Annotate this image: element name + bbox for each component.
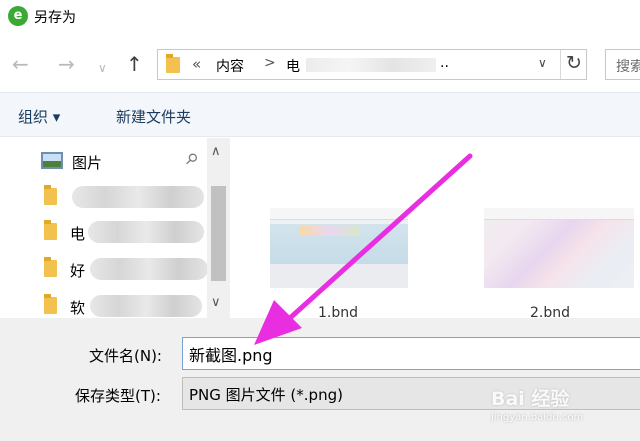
folder-icon: [44, 220, 57, 240]
refresh-icon[interactable]: ↻: [566, 52, 582, 74]
address-bar[interactable]: « 内容 > 电 .. ∨ ↻: [157, 49, 587, 80]
command-toolbar: 组织 ▾ 新建文件夹: [0, 92, 640, 137]
redacted-path: [306, 58, 436, 72]
scroll-up-icon[interactable]: ∧: [211, 144, 221, 159]
navigation-pane: 图片 ⚲ 电 好 软 ∧ ∨: [0, 138, 232, 318]
pictures-icon: [41, 152, 63, 169]
filetype-label: 保存类型(T):: [75, 387, 161, 405]
scroll-down-icon[interactable]: ∨: [211, 295, 221, 310]
organize-button[interactable]: 组织 ▾: [18, 106, 60, 127]
sidebar-scrollbar[interactable]: ∧ ∨: [207, 138, 230, 318]
navigation-bar: ← → ∨ ↑ « 内容 > 电 .. ∨ ↻ 搜索: [0, 40, 640, 90]
address-dropdown-chevron-icon[interactable]: ∨: [538, 56, 547, 70]
breadcrumb-separator-icon[interactable]: >: [264, 55, 276, 71]
watermark-url: jingyan.baidu.com: [491, 412, 584, 423]
file-thumbnail-2[interactable]: [484, 208, 634, 288]
sidebar-item-folder-1[interactable]: [0, 179, 210, 215]
sidebar-item-label: 图片: [72, 154, 103, 172]
folder-icon: [166, 54, 180, 73]
redacted-label: [72, 186, 204, 208]
title-bar: e 另存为: [0, 0, 640, 32]
redacted-label: [88, 221, 204, 243]
redacted-label: [90, 295, 202, 317]
search-placeholder: 搜索: [616, 59, 640, 75]
redacted-label: [90, 258, 208, 280]
sidebar-item-pictures[interactable]: 图片 ⚲: [0, 141, 210, 177]
folder-icon: [44, 257, 57, 277]
recent-locations-chevron-icon[interactable]: ∨: [98, 56, 107, 80]
baidu-watermark: Bai 经验 jingyan.baidu.com: [487, 372, 637, 436]
folder-icon: [44, 294, 57, 314]
breadcrumb-ellipsis: ..: [440, 55, 449, 71]
breadcrumb-overflow[interactable]: «: [192, 55, 201, 73]
filename-field[interactable]: [182, 337, 640, 370]
sidebar-item-folder-3[interactable]: 好: [0, 251, 210, 287]
back-arrow-icon[interactable]: ←: [12, 52, 29, 76]
sidebar-item-label: 软: [70, 299, 86, 317]
file-thumbnail-1[interactable]: [270, 208, 408, 288]
new-folder-button[interactable]: 新建文件夹: [116, 106, 191, 127]
browser-logo-icon: e: [8, 6, 28, 26]
sidebar-item-label: 好: [70, 262, 86, 280]
thumbnail-toolbar: [270, 208, 408, 220]
breadcrumb-item-content[interactable]: 内容: [216, 56, 244, 76]
thumbnail-accent: [300, 226, 360, 236]
thumbnail-toolbar: [484, 208, 634, 220]
filename-label: 文件名(N):: [89, 347, 162, 365]
pin-icon[interactable]: ⚲: [181, 149, 202, 170]
folder-icon: [44, 185, 57, 205]
sidebar-item-label: 电: [70, 225, 86, 243]
sidebar-item-folder-2[interactable]: 电: [0, 214, 210, 250]
up-arrow-icon[interactable]: ↑: [126, 52, 143, 76]
forward-arrow-icon[interactable]: →: [58, 52, 75, 76]
window-title: 另存为: [34, 10, 76, 26]
search-box[interactable]: 搜索: [605, 49, 640, 80]
scrollbar-thumb[interactable]: [211, 186, 226, 281]
file-list: 1.bnd 2.bnd: [232, 138, 640, 321]
watermark-text: Bai 经验: [491, 388, 570, 410]
address-divider: [560, 50, 561, 79]
